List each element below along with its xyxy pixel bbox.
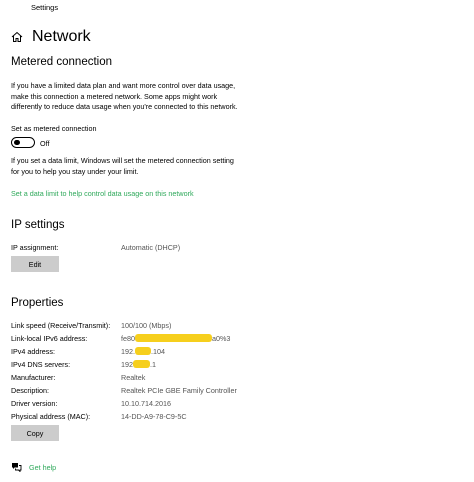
property-row-description: Description: Realtek PCIe GBE Family Con… bbox=[11, 386, 237, 395]
chat-bubble-icon bbox=[12, 463, 22, 472]
property-row-dns: IPv4 DNS servers: 192.1 bbox=[11, 360, 156, 369]
app-title: Settings bbox=[31, 3, 59, 12]
metered-toggle[interactable] bbox=[11, 137, 35, 148]
ip-assignment-row: IP assignment: Automatic (DHCP) bbox=[11, 243, 181, 252]
set-data-limit-link[interactable]: Set a data limit to help control data us… bbox=[11, 189, 194, 198]
property-row-ipv6: Link-local IPv6 address: fe80 a0%3 bbox=[11, 334, 231, 343]
ip-settings-heading: IP settings bbox=[11, 219, 65, 231]
property-row-manufacturer: Manufacturer: Realtek bbox=[11, 373, 146, 382]
page-header: Network bbox=[11, 26, 91, 48]
edit-button[interactable]: Edit bbox=[11, 256, 59, 272]
title-bar: Settings bbox=[0, 0, 474, 14]
home-icon[interactable] bbox=[11, 31, 23, 43]
metered-toggle-state: Off bbox=[40, 139, 50, 148]
redaction-mark bbox=[135, 347, 151, 355]
redaction-mark bbox=[135, 334, 212, 342]
data-limit-description: If you set a data limit, Windows will se… bbox=[11, 156, 234, 176]
metered-toggle-label: Set as metered connection bbox=[11, 124, 97, 133]
metered-heading: Metered connection bbox=[11, 56, 113, 68]
redaction-mark bbox=[133, 360, 150, 368]
copy-button[interactable]: Copy bbox=[11, 425, 59, 441]
metered-description: If you have a limited data plan and want… bbox=[11, 81, 238, 111]
property-row-mac: Physical address (MAC): 14-DD-A9-78-C9-5… bbox=[11, 412, 187, 421]
properties-heading: Properties bbox=[11, 297, 64, 309]
get-help-link[interactable]: Get help bbox=[11, 462, 56, 472]
property-row-driver: Driver version: 10.10.714.2016 bbox=[11, 399, 171, 408]
property-row-link-speed: Link speed (Receive/Transmit): 100/100 (… bbox=[11, 321, 172, 330]
get-help-label: Get help bbox=[29, 462, 57, 472]
page-title: Network bbox=[32, 28, 91, 45]
property-row-ipv4: IPv4 address: 192. .104 bbox=[11, 347, 165, 356]
toggle-knob bbox=[14, 139, 20, 145]
